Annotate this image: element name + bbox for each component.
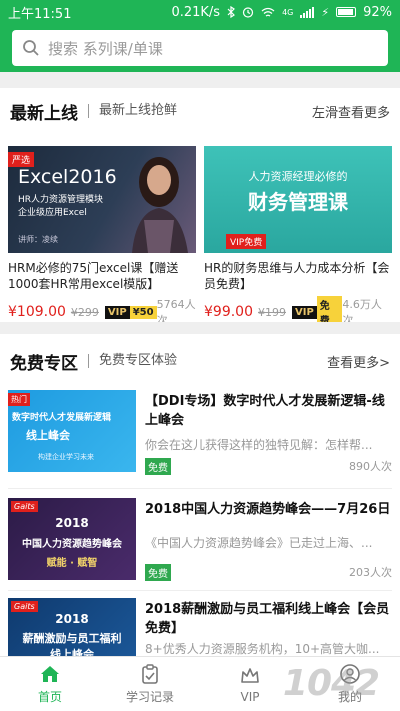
tab-label: VIP <box>240 689 260 704</box>
tab-label: 我的 <box>337 690 362 704</box>
thumb-line2: 企业级应用Excel <box>18 208 87 218</box>
tab-label: 学习记录 <box>125 690 174 704</box>
person-icon <box>340 664 360 684</box>
course-title: 【DDI专场】数字时代人才发展新逻辑-线上峰会 <box>145 394 385 428</box>
list-item[interactable]: Gaits 2018 中国人力资源趋势峰会 赋能 · 赋智 2018中国人力资源… <box>8 498 392 586</box>
course-description: 《中国人力资源趋势峰会》已走过上海、... <box>145 536 373 550</box>
price: ¥99.00 <box>204 304 253 320</box>
section-gap <box>0 322 400 334</box>
status-right: 0.21K/s 4G ⚡ 92% <box>171 5 392 20</box>
thumb-line1: 数字时代人才发展新逻辑 <box>12 413 112 423</box>
course-title: 2018薪酬激励与员工福利线上峰会【会员免费】 <box>145 602 390 636</box>
bottom-tab-bar: 首页 学习记录 VIP 我的 <box>0 656 400 711</box>
network-type: 4G <box>282 7 294 17</box>
thumb-corner: 热门 <box>8 393 30 406</box>
course-title: HR的财务思维与人力成本分析【会员免费】 <box>204 261 390 291</box>
course-description: 8+优秀人力资源服务机构，10+高管大咖... <box>145 642 380 656</box>
status-time: 上午11:51 <box>8 6 72 22</box>
course-thumbnail: Gaits 2018 中国人力资源趋势峰会 赋能 · 赋智 <box>8 498 136 580</box>
view-more-link[interactable]: 查看更多> <box>327 352 390 371</box>
free-badge: 免费 <box>145 564 171 581</box>
bluetooth-icon <box>227 6 236 18</box>
course-thumbnail: 人力资源经理必修的 财务管理课 VIP免费 <box>204 146 392 253</box>
view-count: 890人次 <box>349 460 392 473</box>
section-subtitle: 免费专区体验 <box>88 354 177 368</box>
section-gap <box>0 72 400 88</box>
view-count: 203人次 <box>349 566 392 579</box>
section-subtitle: 最新上线抢鲜 <box>88 104 177 118</box>
signal-icon <box>300 6 315 18</box>
clipboard-icon <box>142 664 158 684</box>
tab-label: 首页 <box>37 690 62 704</box>
thumb-corner: Gaits <box>11 501 38 512</box>
status-bar: 上午11:51 0.21K/s 4G ⚡ 92% <box>0 0 400 24</box>
course-title: 2018中国人力资源趋势峰会——7月26日 <box>145 502 391 517</box>
battery-icon <box>336 7 357 17</box>
vip-price: ¥50 <box>129 305 157 319</box>
thumb-line3: 构建企业学习未来 <box>38 453 94 461</box>
search-input[interactable]: 搜索 系列课/单课 <box>12 30 388 66</box>
course-title: HRM必修的75门excel课【赠送1000套HR常用excel模版】 <box>8 261 179 291</box>
original-price: ¥199 <box>258 305 286 319</box>
home-icon <box>41 666 59 682</box>
free-section-header: 免费专区 免费专区体验 查看更多> <box>0 346 400 376</box>
vip-badge: VIP <box>292 305 317 319</box>
search-icon <box>23 40 39 56</box>
thumb-line2: 薪酬激励与员工福利 <box>22 632 122 645</box>
tab-home[interactable]: 首页 <box>0 657 100 711</box>
price: ¥109.00 <box>8 304 66 320</box>
course-thumbnail: 热门 数字时代人才发展新逻辑 线上峰会 构建企业学习未来 <box>8 390 136 472</box>
course-card[interactable]: 人力资源经理必修的 财务管理课 VIP免费 HR的财务思维与人力成本分析【会员免… <box>204 146 392 328</box>
thumb-line3: 赋能 · 赋智 <box>46 558 98 569</box>
charging-icon: ⚡ <box>321 5 330 19</box>
vip-badge: VIP <box>104 305 130 319</box>
tab-study-record[interactable]: 学习记录 <box>100 657 200 711</box>
presenter-image <box>132 157 188 253</box>
divider <box>8 488 392 489</box>
thumb-heading: 财务管理课 <box>248 190 348 214</box>
swipe-more-link[interactable]: 左滑查看更多 <box>312 102 390 121</box>
thumb-badge: 严选 <box>8 152 35 167</box>
network-speed: 0.21K/s <box>171 4 221 20</box>
course-thumbnail: 严选 Excel2016 HR人力资源管理模块 企业级应用Excel 讲师：凌续 <box>8 146 196 253</box>
thumb-teacher: 讲师：凌续 <box>18 235 58 244</box>
alarm-icon <box>242 7 254 18</box>
thumb-line1: HR人力资源管理模块 <box>18 195 104 205</box>
section-title: 最新上线 <box>10 103 78 124</box>
thumb-line1: 2018 <box>55 516 89 530</box>
free-badge: 免费 <box>145 458 171 475</box>
section-title: 免费专区 <box>10 353 78 374</box>
thumb-line1: 2018 <box>55 612 89 626</box>
course-description: 你会在这儿获得这样的独特见解：怎样帮... <box>145 438 373 452</box>
thumb-line2: 中国人力资源趋势峰会 <box>22 539 122 550</box>
wifi-icon <box>261 7 275 17</box>
search-placeholder: 搜索 系列课/单课 <box>48 39 163 58</box>
thumb-tag: VIP免费 <box>226 234 267 249</box>
thumb-line2: 线上峰会 <box>26 429 70 442</box>
course-card[interactable]: 严选 Excel2016 HR人力资源管理模块 企业级应用Excel 讲师：凌续… <box>8 146 196 328</box>
tab-mine[interactable]: 我的 <box>300 657 400 711</box>
tab-vip[interactable]: VIP <box>200 657 300 711</box>
crown-icon <box>241 667 259 683</box>
new-section-header: 最新上线 最新上线抢鲜 左滑查看更多 <box>0 96 400 126</box>
original-price: ¥299 <box>70 305 99 319</box>
battery-level: 92% <box>363 4 392 20</box>
search-bar: 搜索 系列课/单课 <box>0 24 400 72</box>
divider <box>8 590 392 591</box>
thumb-corner: Gaits <box>11 601 38 612</box>
thumb-heading: Excel2016 <box>18 166 117 188</box>
thumb-line1: 人力资源经理必修的 <box>248 170 348 183</box>
list-item[interactable]: 热门 数字时代人才发展新逻辑 线上峰会 构建企业学习未来 【DDI专场】数字时代… <box>8 390 392 478</box>
